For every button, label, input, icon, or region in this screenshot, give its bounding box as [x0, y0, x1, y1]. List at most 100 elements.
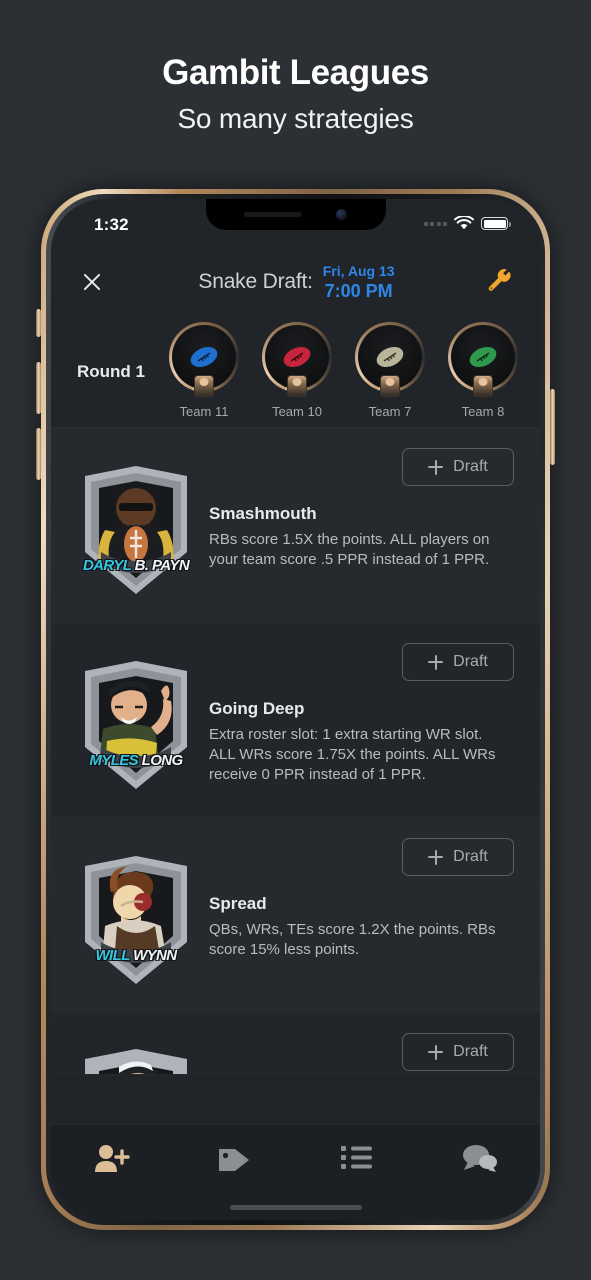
signal-dots-icon: [423, 221, 447, 226]
draft-button[interactable]: Draft: [402, 1033, 514, 1071]
team-slot[interactable]: Team 8: [448, 322, 518, 419]
team-name: Team 7: [368, 404, 412, 419]
wifi-icon: [454, 216, 474, 230]
draft-schedule: Fri, Aug 13 7:00 PM: [323, 263, 395, 302]
team-slot[interactable]: Team 7: [355, 322, 425, 419]
team-avatar-ring: [355, 322, 425, 397]
team-name: Team 8: [461, 404, 505, 419]
header-center: Snake Draft: Fri, Aug 13 7:00 PM: [107, 263, 486, 302]
player-crest-name: DARYL B. PAYN: [82, 557, 190, 574]
draft-button[interactable]: Draft: [402, 643, 514, 681]
team-rank-badge: [287, 375, 307, 397]
team-name: Team 11: [179, 404, 229, 419]
battery-full-icon: [481, 217, 511, 230]
promo-screenshot: Gambit Leagues So many strategies 1:32 S…: [0, 0, 591, 1280]
team-slot[interactable]: Team 11: [169, 322, 239, 419]
strategy-title: Smashmouth: [209, 504, 317, 523]
volume-up-button[interactable]: [36, 362, 41, 414]
strategy-card[interactable]: WILL WYNN Spread QBs, WRs, TEs score 1.2…: [51, 818, 540, 1013]
strategy-description: Extra roster slot: 1 extra starting WR s…: [209, 726, 496, 783]
close-icon[interactable]: [77, 267, 107, 297]
person-add-icon: [95, 1145, 130, 1172]
team-slot[interactable]: Team 10: [262, 322, 332, 419]
plus-icon: [428, 654, 444, 670]
player-crest-name: WILL WYNN: [95, 947, 178, 964]
player-crest-smashmouth-icon: [85, 466, 187, 594]
draft-button-label: Draft: [453, 458, 488, 475]
team-avatar-ring: [262, 322, 332, 397]
player-last-name: B. PAYN: [134, 557, 190, 574]
power-button[interactable]: [550, 389, 555, 465]
team-rank-badge: [473, 375, 493, 397]
notch: [205, 199, 386, 230]
phone-bezel: 1:32 Snake Draft: Fri, Aug 13 7:00 PM Ro…: [46, 194, 545, 1225]
front-camera-icon: [336, 209, 347, 220]
player-crest: WILL WYNN: [77, 850, 195, 990]
strategy-list: DARYL B. PAYN Smashmouth RBs score 1.5X …: [51, 428, 540, 1075]
player-last-name: LONG: [141, 752, 184, 769]
draft-button[interactable]: Draft: [402, 448, 514, 486]
list-icon: [340, 1146, 372, 1169]
tab-chat[interactable]: [418, 1143, 540, 1173]
tag-icon: [219, 1149, 250, 1171]
plus-icon: [428, 1044, 444, 1060]
strategy-card[interactable]: DARYL B. PAYN Smashmouth RBs score 1.5X …: [51, 428, 540, 623]
player-first-name: MYLES: [89, 752, 139, 769]
draft-button-label: Draft: [453, 1043, 488, 1060]
phone-frame: 1:32 Snake Draft: Fri, Aug 13 7:00 PM Ro…: [41, 189, 550, 1230]
player-crest-spread-icon: [85, 856, 187, 984]
plus-icon: [428, 849, 444, 865]
strategy-title: Going Deep: [209, 699, 305, 718]
draft-button-label: Draft: [453, 848, 488, 865]
strategy-title: Spread: [209, 894, 267, 913]
draft-time: 7:00 PM: [324, 280, 393, 301]
promo-title: Gambit Leagues: [162, 53, 429, 92]
strategy-card[interactable]: MYLES LONG Going Deep Extra roster slot:…: [51, 623, 540, 818]
app-header: Snake Draft: Fri, Aug 13 7:00 PM: [51, 248, 540, 316]
phone-screen: 1:32 Snake Draft: Fri, Aug 13 7:00 PM Ro…: [51, 199, 540, 1220]
team-rank-badge: [194, 375, 214, 397]
player-crest: [77, 1043, 195, 1074]
strategy-description: RBs score 1.5X the points. ALL players o…: [209, 531, 490, 568]
silent-switch[interactable]: [36, 309, 41, 337]
team-avatar-ring: [448, 322, 518, 397]
promo-header: Gambit Leagues So many strategies: [0, 0, 591, 135]
draft-button-label: Draft: [453, 653, 488, 670]
strategy-card[interactable]: Draft: [51, 1013, 540, 1075]
player-crest: MYLES LONG: [77, 655, 195, 795]
player-first-name: DARYL: [82, 557, 132, 574]
promo-subtitle: So many strategies: [177, 103, 414, 134]
draft-date: Fri, Aug 13: [322, 262, 395, 279]
player-crest-going-deep-icon: [85, 661, 187, 789]
tab-tags[interactable]: [173, 1143, 295, 1175]
page-title: Snake Draft:: [198, 270, 313, 293]
player-last-name: WYNN: [133, 947, 177, 964]
team-avatar-ring: [169, 322, 239, 397]
status-time: 1:32: [94, 215, 129, 234]
team-rank-badge: [380, 375, 400, 397]
strategy-description: QBs, WRs, TEs score 1.2X the points. RBs…: [209, 921, 496, 958]
status-indicators: [423, 216, 511, 231]
player-crest-name: MYLES LONG: [89, 752, 184, 769]
football-icon: [190, 346, 218, 368]
football-icon: [283, 346, 311, 368]
football-icon: [469, 346, 497, 368]
draft-button[interactable]: Draft: [402, 838, 514, 876]
round-label: Round 1: [77, 362, 145, 381]
status-bar: 1:32: [51, 199, 540, 248]
wrench-icon[interactable]: [486, 268, 514, 296]
player-crest-partial-icon: [85, 1049, 187, 1074]
chat-icon: [462, 1145, 497, 1172]
player-crest: DARYL B. PAYN: [77, 460, 195, 600]
earpiece-speaker: [244, 212, 302, 217]
player-first-name: WILL: [95, 947, 131, 964]
home-indicator: [229, 1205, 362, 1210]
round-strip: Round 1 Team 11 Team 10 Team 7 Team 8: [51, 316, 540, 428]
team-order-list: Team 11 Team 10 Team 7 Team 8: [145, 322, 518, 419]
football-icon: [376, 346, 404, 368]
volume-down-button[interactable]: [36, 428, 41, 480]
tab-invite[interactable]: [51, 1143, 173, 1175]
team-name: Team 10: [272, 404, 322, 419]
plus-icon: [428, 459, 444, 475]
tab-list[interactable]: [296, 1143, 418, 1173]
